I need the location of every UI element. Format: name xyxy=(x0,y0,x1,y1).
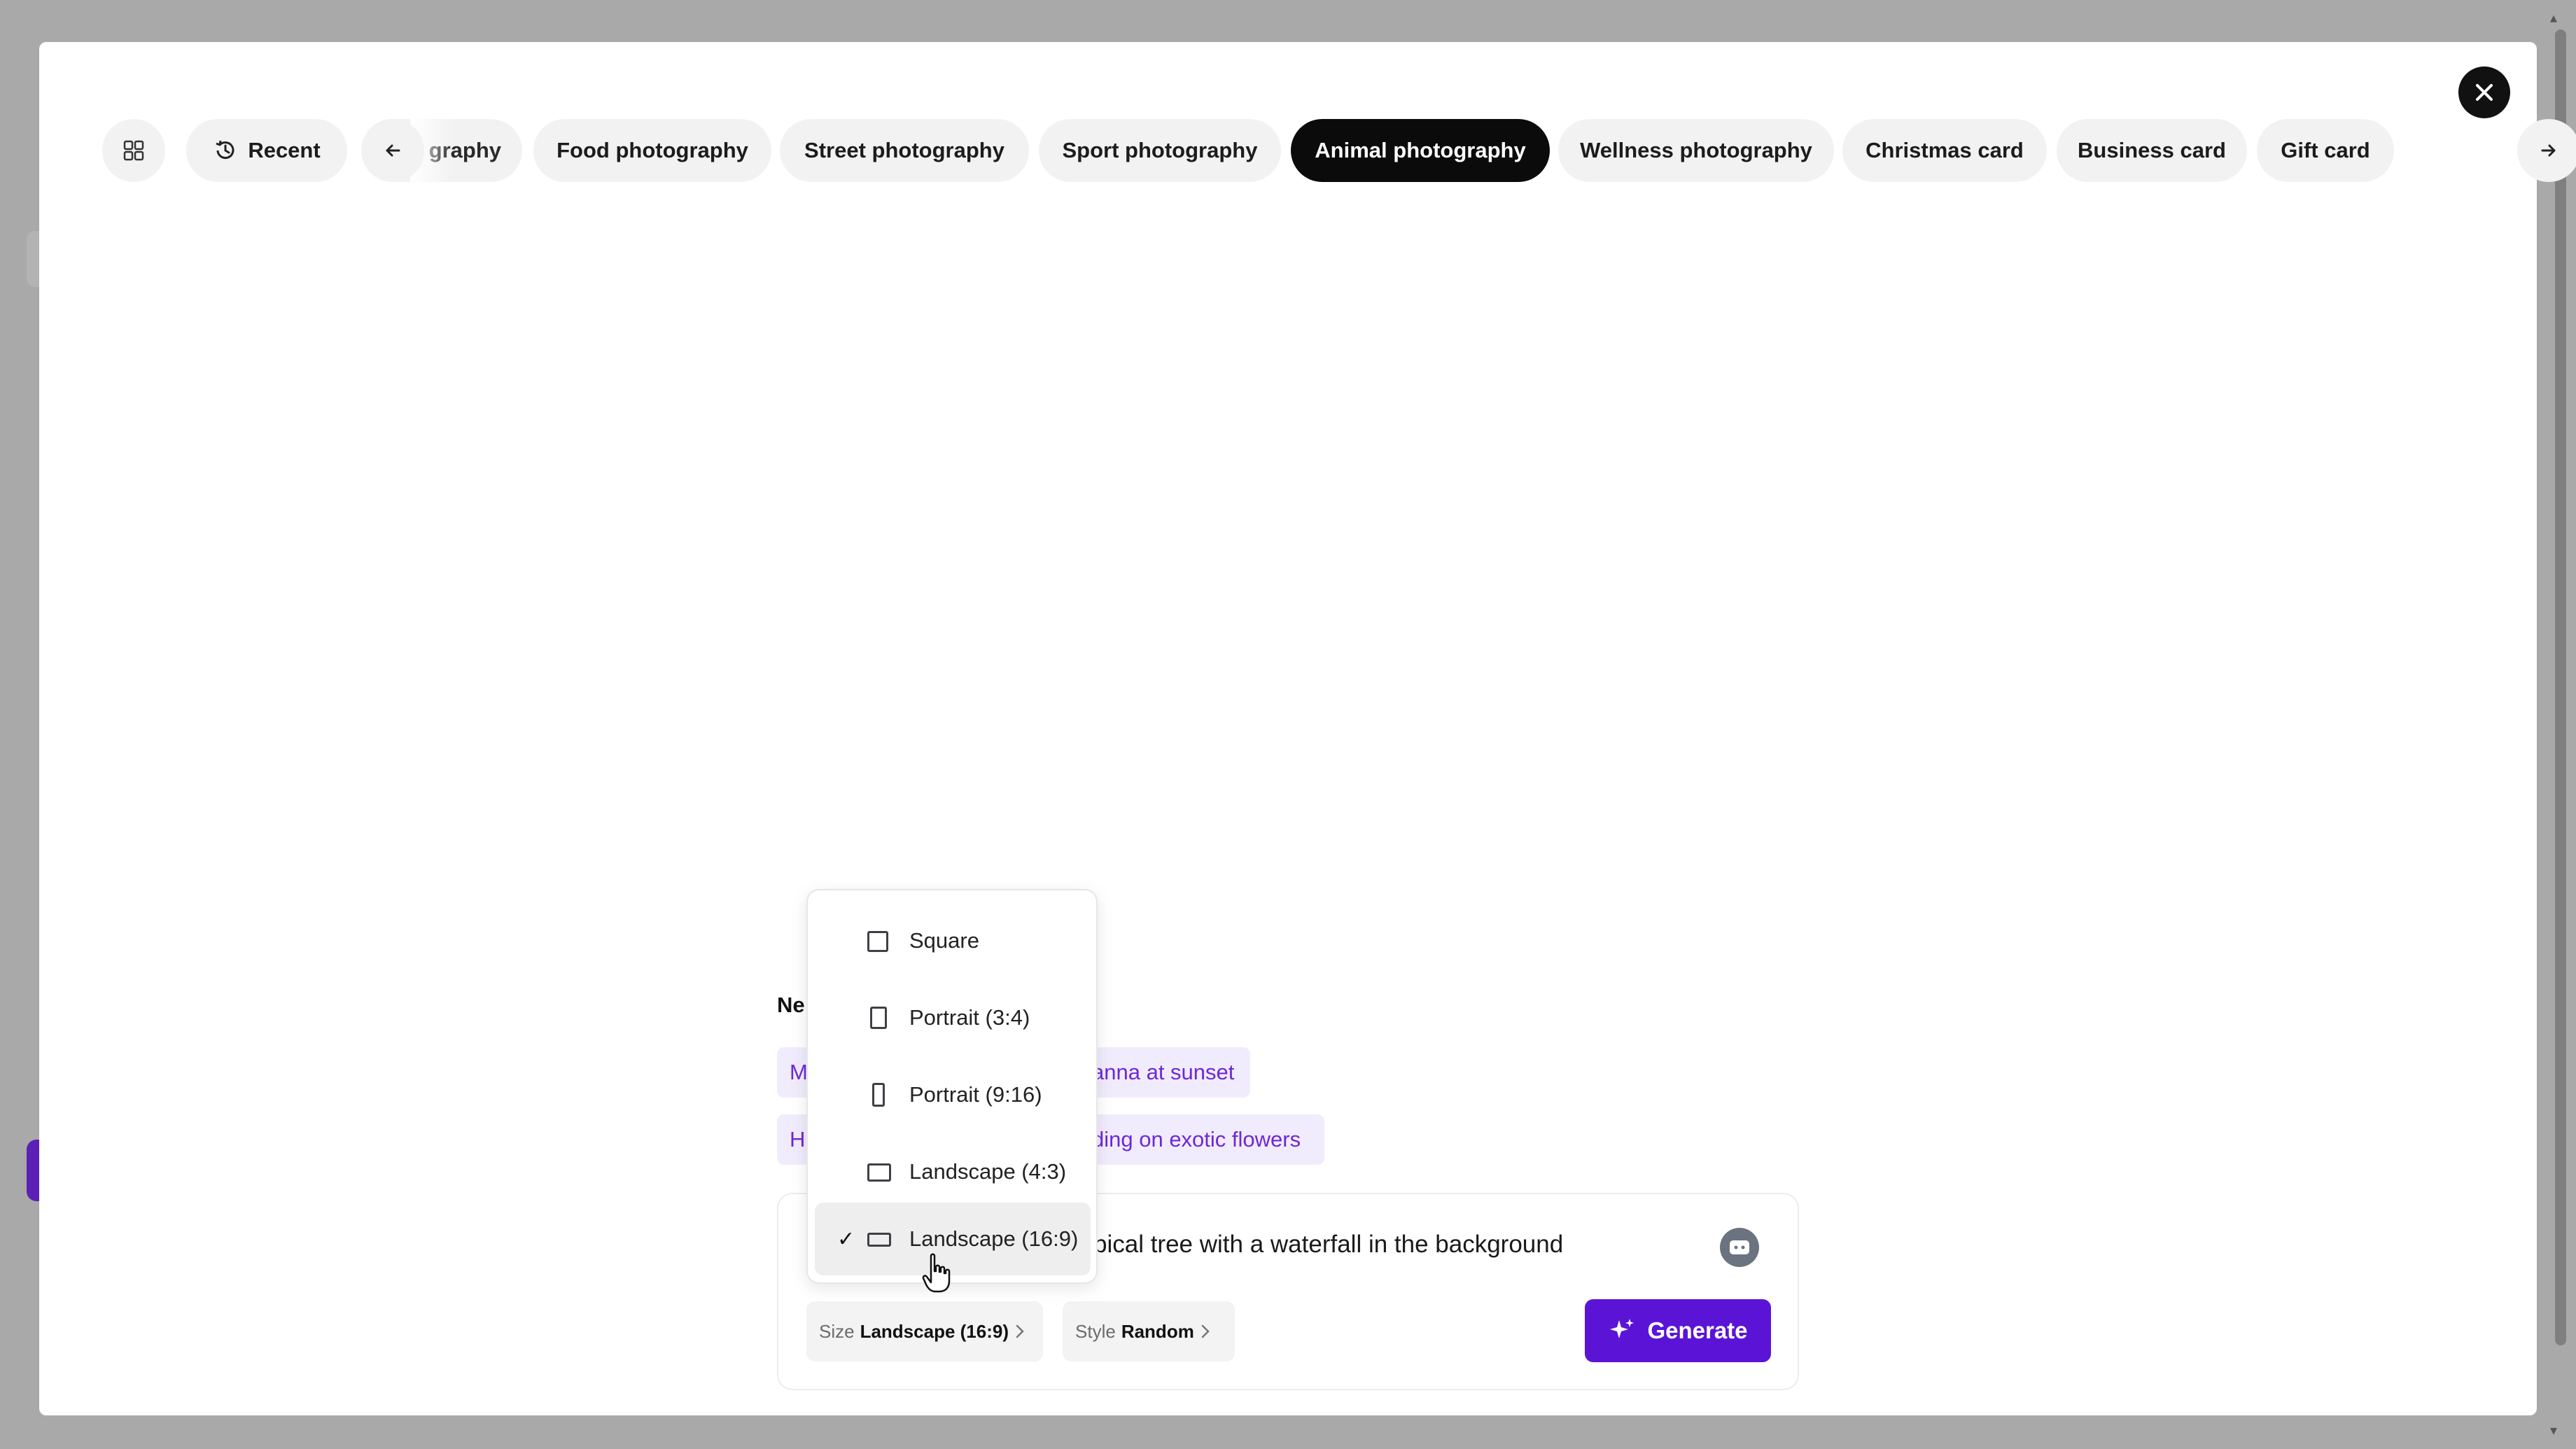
suggestion-prefix: M xyxy=(790,1060,808,1084)
square-icon xyxy=(867,931,888,952)
size-option-label: Landscape (16:9) xyxy=(909,1226,1079,1251)
generate-label: Generate xyxy=(1647,1317,1748,1343)
arrow-left-icon xyxy=(386,144,400,157)
prompt-input[interactable]: pical tree with a waterfall in the backg… xyxy=(1093,1231,1563,1259)
category-chip-label: Animal photography xyxy=(1315,138,1526,162)
size-option-landscape-16-9[interactable]: ✓ Landscape (16:9) xyxy=(815,1203,1091,1275)
close-button[interactable] xyxy=(2458,66,2510,118)
scrollbar-thumb[interactable] xyxy=(2555,29,2566,1345)
size-option-label: Portrait (9:16) xyxy=(909,1082,1042,1107)
scroll-right-button[interactable] xyxy=(2517,119,2576,182)
chevron-right-icon xyxy=(1016,1324,1024,1338)
hand-pointer-cursor-icon xyxy=(922,1253,951,1293)
scroll-down-icon[interactable]: ▾ xyxy=(2547,1424,2561,1438)
category-chip-christmas-card[interactable]: Christmas card xyxy=(1842,119,2047,182)
category-chip-label: Wellness photography xyxy=(1580,138,1812,162)
size-option-key: Size xyxy=(819,1320,855,1342)
category-chip-label: Business card xyxy=(2078,138,2226,162)
size-dropdown-menu: Square Portrait (3:4) Portrait (9:16) La… xyxy=(806,889,1098,1284)
grid-icon xyxy=(123,140,144,161)
close-icon xyxy=(2476,84,2493,101)
category-chip-business-card[interactable]: Business card xyxy=(2057,119,2247,182)
sparkle-icon xyxy=(1610,1319,1634,1338)
recent-label: Recent xyxy=(248,138,321,162)
suggestion-text: anna at sunset xyxy=(1092,1060,1235,1084)
category-chip-food[interactable]: Food photography xyxy=(533,119,771,182)
arrow-right-icon xyxy=(2541,144,2556,157)
check-icon: ✓ xyxy=(837,1227,855,1251)
scroll-left-button[interactable] xyxy=(361,119,424,182)
category-chip-sport[interactable]: Sport photography xyxy=(1039,119,1281,182)
generate-button[interactable]: Generate xyxy=(1585,1299,1771,1362)
landscape-16-9-icon xyxy=(867,1233,891,1247)
size-option-label: Landscape (4:3) xyxy=(909,1159,1067,1184)
chevron-right-icon xyxy=(1201,1324,1210,1338)
size-option-landscape-4-3[interactable]: Landscape (4:3) xyxy=(815,1135,1091,1208)
size-option-label: Portrait (3:4) xyxy=(909,1005,1030,1030)
size-option-square[interactable]: Square xyxy=(815,904,1091,977)
grid-view-button[interactable] xyxy=(102,119,165,182)
size-option-value: Landscape (16:9) xyxy=(860,1320,1009,1342)
suggestions-heading: Ne xyxy=(777,993,805,1017)
size-option-button[interactable]: Size Landscape (16:9) xyxy=(806,1301,1043,1362)
category-chip-animal[interactable]: Animal photography xyxy=(1291,119,1550,182)
scroll-up-icon[interactable]: ▴ xyxy=(2547,11,2561,25)
category-chip-label: Food photography xyxy=(556,138,748,162)
suggestion-text: ding on exotic flowers xyxy=(1092,1127,1301,1152)
portrait-3-4-icon xyxy=(870,1007,887,1029)
size-option-label: Square xyxy=(909,928,979,953)
style-option-button[interactable]: Style Random xyxy=(1063,1301,1235,1362)
category-chip-gift-card[interactable]: Gift card xyxy=(2257,119,2394,182)
category-chip-label: Gift card xyxy=(2281,138,2370,162)
history-icon xyxy=(216,140,234,160)
style-option-value: Random xyxy=(1121,1320,1194,1342)
size-option-portrait-9-16[interactable]: Portrait (9:16) xyxy=(815,1058,1091,1131)
portrait-9-16-icon xyxy=(872,1083,885,1107)
category-chip-label: Christmas card xyxy=(1865,138,2024,162)
random-prompt-button[interactable] xyxy=(1720,1228,1759,1267)
dice-icon xyxy=(1730,1240,1749,1254)
category-chip-label: Sport photography xyxy=(1062,138,1258,162)
category-chip-wellness[interactable]: Wellness photography xyxy=(1558,119,1834,182)
category-chip-label: Street photography xyxy=(804,138,1004,162)
size-option-portrait-3-4[interactable]: Portrait (3:4) xyxy=(815,981,1091,1054)
suggestion-prefix: H xyxy=(790,1127,806,1152)
recent-button[interactable]: Recent xyxy=(186,119,347,182)
style-option-key: Style xyxy=(1075,1320,1116,1342)
category-chip-street[interactable]: Street photography xyxy=(780,119,1029,182)
landscape-4-3-icon xyxy=(867,1163,891,1182)
